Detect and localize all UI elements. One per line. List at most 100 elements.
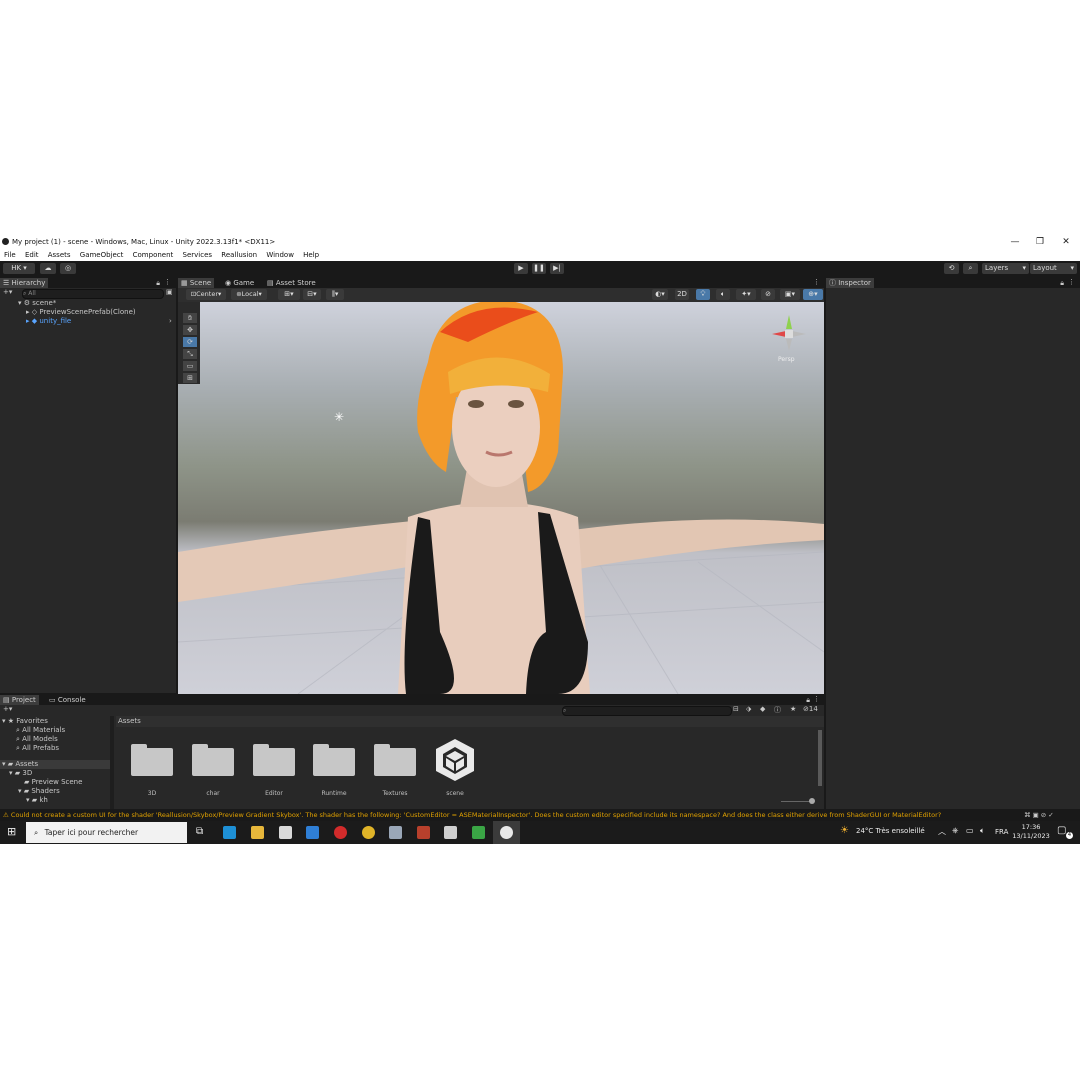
scene-asset-icon[interactable]	[434, 737, 476, 783]
lock-icon[interactable]: 🔒︎	[156, 279, 160, 288]
chrome-icon[interactable]	[362, 826, 375, 839]
filter-type-icon[interactable]: ⊟	[733, 705, 739, 713]
increment-snap-icon[interactable]: ⊟▾	[303, 289, 321, 300]
account-button[interactable]: HK ▾	[3, 263, 35, 274]
hierarchy-search-input[interactable]: ⌕ All	[22, 289, 164, 299]
close-button[interactable]: ✕	[1053, 235, 1079, 249]
align-icon[interactable]: ⫼▾	[326, 289, 344, 300]
weather-text[interactable]: 24°C Très ensoleillé	[856, 827, 925, 835]
favorite-star-icon[interactable]: ★	[790, 705, 796, 713]
opera-icon[interactable]	[334, 826, 347, 839]
transform-tool-icon[interactable]: ⊞	[182, 372, 198, 384]
menu-window[interactable]: Window	[266, 251, 294, 259]
projection-label[interactable]: Persp	[778, 356, 795, 363]
language-indicator[interactable]: FRA	[995, 828, 1008, 836]
tree-folder-shaders[interactable]: ▾ ▰ Shaders	[18, 787, 60, 796]
chevron-up-icon[interactable]: ︿	[938, 826, 946, 837]
more-options-icon[interactable]: ⋮	[813, 278, 820, 286]
move-tool-icon[interactable]: ✥	[182, 324, 198, 336]
app-icon[interactable]	[417, 826, 430, 839]
lock-icon[interactable]: 🔒︎	[806, 696, 810, 705]
tree-folder-kh[interactable]: ▾ ▰ kh	[26, 796, 48, 805]
breadcrumb-assets[interactable]: Assets	[118, 717, 141, 725]
search-options-icon[interactable]: ▣	[166, 288, 173, 296]
hidden-objects-icon[interactable]: ⊘	[761, 289, 775, 300]
scene-viewport[interactable]: ✋︎ ✥ ⟳ ⤡ ▭ ⊞ ✳ Persp	[178, 302, 824, 694]
menu-services[interactable]: Services	[183, 251, 213, 259]
zoom-slider-handle[interactable]	[809, 798, 815, 804]
pivot-space-dropdown[interactable]: ⊛Local▾	[231, 289, 267, 300]
step-button[interactable]: ▶|	[550, 263, 564, 274]
folder-char-icon[interactable]	[192, 742, 234, 776]
mail-icon[interactable]	[306, 826, 319, 839]
audio-toggle-icon[interactable]: 🔈︎	[716, 289, 730, 300]
mode-2d-toggle[interactable]: 2D	[675, 289, 689, 300]
unity-hub-icon[interactable]	[444, 826, 457, 839]
clock[interactable]: 17:36 13/11/2023	[1012, 823, 1050, 841]
shading-mode-icon[interactable]: ◐▾	[652, 289, 668, 300]
orientation-gizmo-icon[interactable]	[766, 307, 812, 359]
app-icon[interactable]	[389, 826, 402, 839]
collab-icon[interactable]: ◎	[60, 263, 76, 274]
app-icon[interactable]	[472, 826, 485, 839]
layout-dropdown[interactable]: Layout ▾	[1030, 263, 1077, 274]
zoom-slider[interactable]	[781, 801, 811, 802]
hierarchy-item-unity-file[interactable]: ▸ ◆ unity_file	[26, 317, 71, 326]
status-bar[interactable]: ⚠ Could not create a custom UI for the s…	[0, 810, 1080, 821]
menu-help[interactable]: Help	[303, 251, 319, 259]
menu-reallusion[interactable]: Reallusion	[221, 251, 257, 259]
tab-scene[interactable]: ▦ Scene	[178, 278, 215, 288]
add-button[interactable]: +▾	[3, 288, 12, 296]
grid-snap-icon[interactable]: ⊞▾	[278, 289, 300, 300]
filter-tag-icon[interactable]: ◆	[760, 705, 765, 713]
folder-textures-icon[interactable]	[374, 742, 416, 776]
rotate-tool-icon[interactable]: ⟳	[182, 336, 198, 348]
menu-gameobject[interactable]: GameObject	[80, 251, 124, 259]
filter-label-icon[interactable]: ⬗	[746, 705, 751, 713]
cloud-icon[interactable]: ☁	[40, 263, 56, 274]
light-gizmo-icon[interactable]: ✳	[334, 410, 344, 424]
pause-button[interactable]: ❚❚	[532, 263, 546, 274]
favorites-all-materials[interactable]: ⌕ All Materials	[16, 726, 65, 735]
search-icon[interactable]: ⌕	[963, 263, 978, 274]
effects-icon[interactable]: ✦▾	[736, 289, 756, 300]
project-search-input[interactable]: ⌕	[562, 706, 732, 716]
assets-scrollbar[interactable]	[818, 730, 822, 786]
hierarchy-item-preview-prefab[interactable]: ▸ ◇ PreviewScenePrefab(Clone)	[26, 308, 136, 317]
tab-project[interactable]: ▤ Project	[0, 695, 39, 705]
tab-asset-store[interactable]: ▤ Asset Store	[264, 278, 319, 288]
tree-folder-3d[interactable]: ▾ ▰ 3D	[9, 769, 32, 778]
menu-edit[interactable]: Edit	[25, 251, 39, 259]
status-icons[interactable]: ⌘ ▣ ⊘ ✓	[1024, 810, 1054, 821]
tab-hierarchy[interactable]: ☰ Hierarchy	[0, 278, 49, 288]
scale-tool-icon[interactable]: ⤡	[182, 348, 198, 360]
create-button[interactable]: +▾	[3, 705, 12, 713]
tree-scrollbar[interactable]	[110, 716, 114, 809]
store-icon[interactable]	[279, 826, 292, 839]
task-view-icon[interactable]: ⧉	[196, 826, 203, 837]
more-options-icon[interactable]: ⋮	[1068, 278, 1075, 286]
unity-editor-taskbar-button[interactable]	[493, 821, 520, 844]
battery-icon[interactable]: ▭	[966, 826, 974, 835]
chevron-right-icon[interactable]: ›	[169, 317, 172, 325]
tab-game[interactable]: ◉ Game	[222, 278, 257, 288]
lighting-toggle-icon[interactable]: 💡︎	[696, 289, 710, 300]
rect-tool-icon[interactable]: ▭	[182, 360, 198, 372]
hidden-packages-toggle[interactable]: ⊘14	[803, 705, 818, 713]
favorites-all-models[interactable]: ⌕ All Models	[16, 735, 58, 744]
minimize-button[interactable]: —	[1002, 235, 1028, 249]
folder-runtime-icon[interactable]	[313, 742, 355, 776]
file-explorer-icon[interactable]	[251, 826, 264, 839]
tab-console[interactable]: ▭ Console	[46, 695, 89, 705]
tree-folder-preview-scene[interactable]: ▰ Preview Scene	[24, 778, 82, 787]
history-icon[interactable]: ⟲	[944, 263, 959, 274]
windows-start-icon[interactable]: ⊞	[7, 825, 16, 838]
layers-dropdown[interactable]: Layers ▾	[982, 263, 1029, 274]
maximize-button[interactable]: ❐	[1027, 235, 1053, 249]
favorites-all-prefabs[interactable]: ⌕ All Prefabs	[16, 744, 59, 753]
edge-icon[interactable]	[223, 826, 236, 839]
network-icon[interactable]: ⎈	[952, 826, 958, 836]
play-button[interactable]: ▶	[514, 263, 528, 274]
camera-settings-icon[interactable]: ▣▾	[780, 289, 800, 300]
menu-component[interactable]: Component	[133, 251, 174, 259]
